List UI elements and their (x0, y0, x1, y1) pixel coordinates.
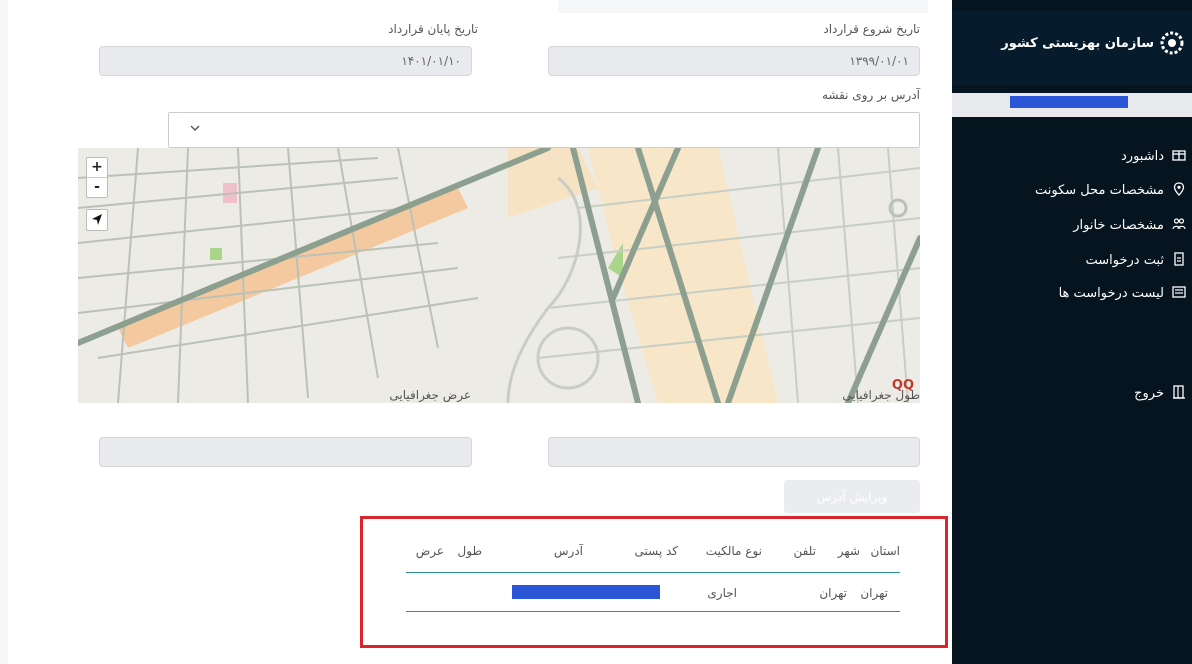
sidebar-item-residence[interactable]: مشخصات محل سکونت (1035, 182, 1186, 198)
sidebar-logout-label: خروج (1134, 386, 1164, 401)
exit-door-icon (1173, 385, 1185, 399)
contract-start-label: تاریخ شروع قرارداد (823, 22, 920, 36)
contract-end-label: تاریخ پایان قرارداد (388, 22, 478, 36)
map-address-label: آدرس بر روی نقشه (821, 88, 920, 102)
table-bottom-rule (406, 611, 900, 612)
sidebar-item-dashboard[interactable]: داشبورد (1121, 148, 1186, 164)
sidebar-header: سازمان بهزیستی کشور (952, 10, 1192, 85)
top-strip (558, 0, 928, 13)
sidebar-item-request-list[interactable]: لیست درخواست ها (1059, 285, 1186, 301)
longitude-label: طول جغرافیایی (842, 388, 920, 402)
cell-city: تهران (819, 586, 847, 600)
table-header-city: شهر (837, 544, 860, 558)
table-header-postal-code: کد پستی (634, 544, 679, 558)
user-name-bar (952, 93, 1192, 117)
table-header-ownership: نوع مالکیت (705, 544, 762, 558)
document-icon (1174, 252, 1184, 266)
brand: سازمان بهزیستی کشور (1001, 31, 1184, 55)
contract-end-field[interactable]: ۱۴۰۱/۰۱/۱۰ (99, 46, 472, 76)
cell-ownership: اجاری (707, 586, 737, 600)
sidebar-item-submit-request[interactable]: ثبت درخواست (1085, 252, 1186, 268)
dashboard-icon (1172, 150, 1186, 161)
table-header-latitude: عرض (415, 544, 444, 558)
map-address-select[interactable] (168, 112, 920, 148)
map-tiles (78, 148, 920, 403)
zoom-out-button[interactable]: - (87, 177, 107, 197)
sidebar-item-label: لیست درخواست ها (1058, 286, 1164, 301)
contract-start-field[interactable]: ۱۳۹۹/۰۱/۰۱ (548, 46, 920, 76)
sidebar-item-label: مشخصات محل سکونت (1034, 183, 1164, 198)
table-header-longitude: طول (457, 544, 482, 558)
zoom-control: + - (86, 157, 108, 198)
highlight-box (360, 516, 948, 648)
zoom-in-button[interactable]: + (87, 158, 107, 177)
redacted-address (512, 585, 660, 599)
location-pin-icon (1173, 182, 1185, 196)
sidebar-item-label: مشخصات خانوار (1073, 218, 1164, 233)
sidebar-item-household[interactable]: مشخصات خانوار (1073, 217, 1186, 233)
sidebar: سازمان بهزیستی کشور داشبورد مشخصات محل س… (952, 0, 1192, 664)
edit-address-button[interactable]: ویرایش آدرس (784, 480, 920, 513)
latitude-field[interactable] (99, 437, 472, 467)
sidebar-item-logout[interactable]: خروج (1134, 385, 1186, 401)
table-header-address: آدرس (553, 544, 583, 558)
sidebar-item-label: داشبورد (1121, 149, 1164, 164)
longitude-field[interactable] (548, 437, 920, 467)
users-icon (1172, 218, 1186, 230)
organization-logo-icon (1160, 31, 1184, 55)
brand-title: سازمان بهزیستی کشور (1001, 36, 1154, 51)
cell-province: تهران (860, 586, 888, 600)
table-header-phone: تلفن (793, 544, 816, 558)
table-header-rule (406, 572, 900, 573)
inbox-list-icon (1172, 286, 1186, 298)
chevron-down-icon (190, 125, 200, 131)
redacted-username (1010, 96, 1128, 108)
map-view[interactable]: + - QQ (78, 148, 920, 403)
sidebar-item-label: ثبت درخواست (1085, 253, 1164, 268)
locate-button[interactable] (86, 209, 108, 231)
latitude-label: عرض جغرافیایی (389, 388, 471, 402)
navigation-arrow-icon (92, 214, 102, 225)
table-header-province: استان (870, 544, 900, 558)
